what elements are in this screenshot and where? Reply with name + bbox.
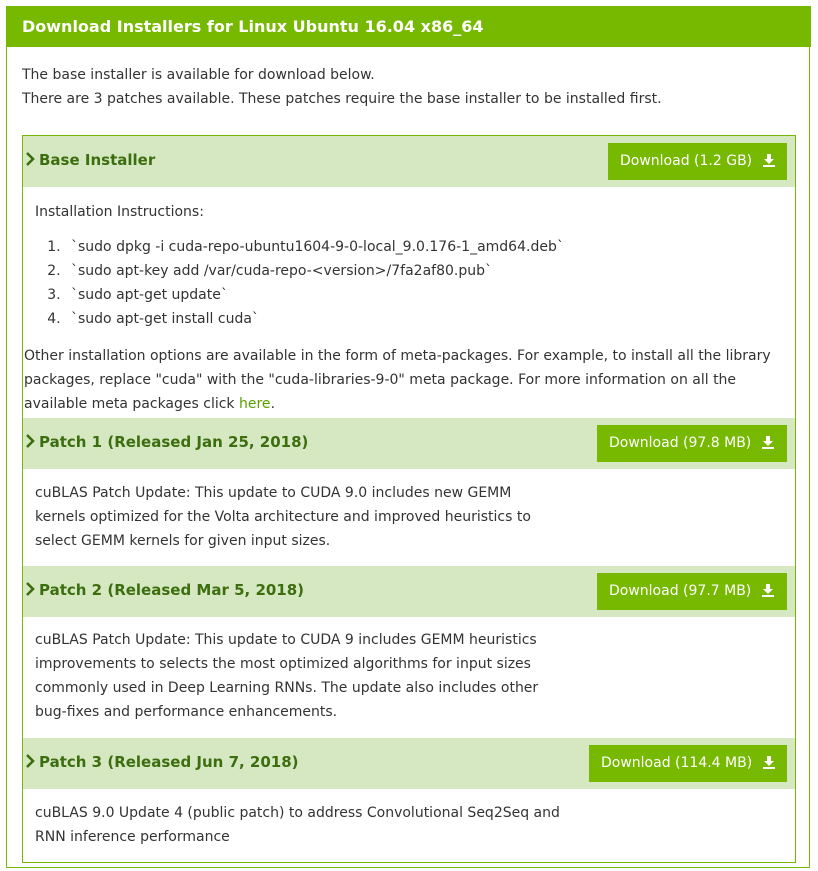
patch-2-description: cuBLAS Patch Update: This update to CUDA… — [35, 632, 539, 720]
patch-1-description: cuBLAS Patch Update: This update to CUDA… — [35, 485, 531, 549]
download-icon — [751, 583, 775, 599]
instructions-steps: `sudo dpkg -i cuda-repo-ubuntu1604-9-0-l… — [35, 235, 735, 331]
instruction-step: `sudo apt-key add /var/cuda-repo-<versio… — [65, 259, 735, 283]
patch-2-header[interactable]: Patch 2 (Released Mar 5, 2018) Download … — [23, 566, 795, 617]
patch-3-download-button[interactable]: Download (114.4 MB) — [589, 745, 787, 782]
instructions-label: Installation Instructions: — [35, 204, 204, 220]
period: . — [270, 396, 276, 412]
download-button-label: Download (97.7 MB) — [609, 583, 752, 599]
chevron-right-icon — [25, 753, 37, 771]
patch-3-header[interactable]: Patch 3 (Released Jun 7, 2018) Download … — [23, 738, 795, 789]
meta-packages-link[interactable]: here — [239, 396, 271, 412]
patch-1-download-button[interactable]: Download (97.8 MB) — [597, 425, 787, 462]
download-icon — [752, 755, 776, 771]
download-icon — [751, 435, 775, 451]
patch-2-download-button[interactable]: Download (97.7 MB) — [597, 573, 787, 610]
patch-3-description: cuBLAS 9.0 Update 4 (public patch) to ad… — [35, 805, 560, 845]
intro-line-1: The base installer is available for down… — [22, 67, 375, 83]
patch-1-title: Patch 1 (Released Jan 25, 2018) — [39, 433, 309, 451]
intro-text: The base installer is available for down… — [22, 63, 662, 111]
download-button-label: Download (114.4 MB) — [601, 755, 753, 771]
base-installer-toggle[interactable]: Base Installer — [25, 151, 155, 169]
patch-1-header[interactable]: Patch 1 (Released Jan 25, 2018) Download… — [23, 418, 795, 469]
patch-1-toggle[interactable]: Patch 1 (Released Jan 25, 2018) — [25, 433, 308, 451]
download-button-label: Download (1.2 GB) — [620, 153, 753, 169]
patch-2-toggle[interactable]: Patch 2 (Released Mar 5, 2018) — [25, 581, 304, 599]
download-icon — [752, 153, 776, 169]
intro-line-2: There are 3 patches available. These pat… — [22, 91, 662, 107]
meta-packages-text: Other installation options are available… — [24, 348, 771, 412]
patch-2-title: Patch 2 (Released Mar 5, 2018) — [39, 581, 305, 599]
panel-title: Download Installers for Linux Ubuntu 16.… — [6, 6, 811, 47]
meta-packages-note: Other installation options are available… — [24, 344, 789, 416]
base-installer-header[interactable]: Base Installer Download (1.2 GB) — [23, 136, 795, 187]
patch-3-title: Patch 3 (Released Jun 7, 2018) — [39, 753, 299, 771]
chevron-right-icon — [25, 433, 37, 451]
chevron-right-icon — [25, 151, 37, 169]
instruction-step: `sudo dpkg -i cuda-repo-ubuntu1604-9-0-l… — [65, 235, 735, 259]
patch-3-toggle[interactable]: Patch 3 (Released Jun 7, 2018) — [25, 753, 299, 771]
base-installer-title: Base Installer — [39, 151, 156, 169]
download-button-label: Download (97.8 MB) — [609, 435, 752, 451]
chevron-right-icon — [25, 581, 37, 599]
instruction-step: `sudo apt-get install cuda` — [65, 307, 735, 331]
base-download-button[interactable]: Download (1.2 GB) — [608, 143, 787, 180]
instruction-step: `sudo apt-get update` — [65, 283, 735, 307]
